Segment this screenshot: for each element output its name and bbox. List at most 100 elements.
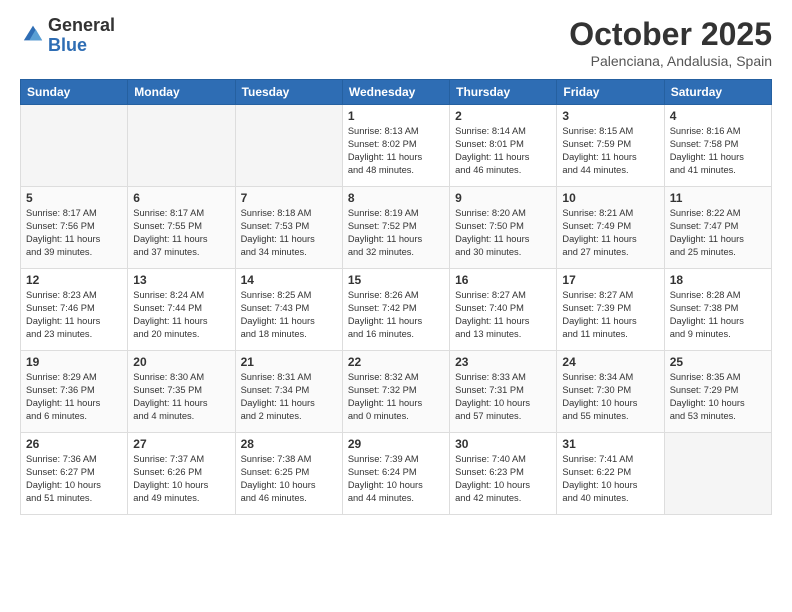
weekday-header-monday: Monday <box>128 80 235 105</box>
calendar-day-31: 31 Sunrise: 7:41 AM Sunset: 6:22 PM Dayli… <box>557 433 664 515</box>
month-title: October 2025 <box>569 16 772 53</box>
day-number: 29 <box>348 437 444 451</box>
calendar-week-4: 19Sunrise: 8:29 AM Sunset: 7:36 PM Dayli… <box>21 351 772 433</box>
day-info: Sunrise: 8:30 AM Sunset: 7:35 PM Dayligh… <box>133 371 229 423</box>
day-number: 9 <box>455 191 551 205</box>
calendar-day-empty <box>21 105 128 187</box>
calendar-day-empty <box>664 433 771 515</box>
day-info: Sunrise: 8:35 AM Sunset: 7:29 PM Dayligh… <box>670 371 766 423</box>
calendar-day-4: 4 Sunrise: 8:16 AM Sunset: 7:58 PM Daylig… <box>664 105 771 187</box>
calendar-day-10: 10Sunrise: 8:21 AM Sunset: 7:49 PM Dayli… <box>557 187 664 269</box>
calendar-day-empty <box>235 105 342 187</box>
calendar-day-27: 27Sunrise: 7:37 AM Sunset: 6:26 PM Dayli… <box>128 433 235 515</box>
calendar-week-3: 12 Sunrise: 8:23 AM Sunset: 7:46 PM Dayli… <box>21 269 772 351</box>
calendar-day-30: 30Sunrise: 7:40 AM Sunset: 6:23 PM Dayli… <box>450 433 557 515</box>
weekday-header-saturday: Saturday <box>664 80 771 105</box>
day-info: Sunrise: 8:31 AM Sunset: 7:34 PM Dayligh… <box>241 371 337 423</box>
calendar-day-3: 3Sunrise: 8:15 AM Sunset: 7:59 PM Daylig… <box>557 105 664 187</box>
day-info: Sunrise: 7:36 AM Sunset: 6:27 PM Dayligh… <box>26 453 122 505</box>
day-number: 24 <box>562 355 658 369</box>
day-number: 17 <box>562 273 658 287</box>
calendar-day-14: 14Sunrise: 8:25 AM Sunset: 7:43 PM Dayli… <box>235 269 342 351</box>
day-info: Sunrise: 8:17 AM Sunset: 7:56 PM Dayligh… <box>26 207 122 259</box>
calendar-day-21: 21 Sunrise: 8:31 AM Sunset: 7:34 PM Dayli… <box>235 351 342 433</box>
day-number: 22 <box>348 355 444 369</box>
day-info: Sunrise: 8:20 AM Sunset: 7:50 PM Dayligh… <box>455 207 551 259</box>
calendar-day-20: 20 Sunrise: 8:30 AM Sunset: 7:35 PM Dayli… <box>128 351 235 433</box>
day-info: Sunrise: 8:33 AM Sunset: 7:31 PM Dayligh… <box>455 371 551 423</box>
day-info: Sunrise: 8:19 AM Sunset: 7:52 PM Dayligh… <box>348 207 444 259</box>
calendar-day-16: 16 Sunrise: 8:27 AM Sunset: 7:40 PM Dayli… <box>450 269 557 351</box>
day-info: Sunrise: 8:16 AM Sunset: 7:58 PM Dayligh… <box>670 125 766 177</box>
day-number: 27 <box>133 437 229 451</box>
logo-blue-text: Blue <box>48 35 87 55</box>
day-number: 2 <box>455 109 551 123</box>
day-info: Sunrise: 8:25 AM Sunset: 7:43 PM Dayligh… <box>241 289 337 341</box>
day-number: 4 <box>670 109 766 123</box>
calendar-day-12: 12 Sunrise: 8:23 AM Sunset: 7:46 PM Dayli… <box>21 269 128 351</box>
day-info: Sunrise: 7:41 AM Sunset: 6:22 PM Dayligh… <box>562 453 658 505</box>
day-number: 20 <box>133 355 229 369</box>
day-number: 7 <box>241 191 337 205</box>
day-info: Sunrise: 7:40 AM Sunset: 6:23 PM Dayligh… <box>455 453 551 505</box>
weekday-header-sunday: Sunday <box>21 80 128 105</box>
day-info: Sunrise: 8:23 AM Sunset: 7:46 PM Dayligh… <box>26 289 122 341</box>
day-number: 15 <box>348 273 444 287</box>
day-number: 18 <box>670 273 766 287</box>
weekday-header-thursday: Thursday <box>450 80 557 105</box>
weekday-header-wednesday: Wednesday <box>342 80 449 105</box>
day-number: 26 <box>26 437 122 451</box>
day-number: 16 <box>455 273 551 287</box>
calendar-day-11: 11Sunrise: 8:22 AM Sunset: 7:47 PM Dayli… <box>664 187 771 269</box>
day-info: Sunrise: 8:32 AM Sunset: 7:32 PM Dayligh… <box>348 371 444 423</box>
day-info: Sunrise: 8:26 AM Sunset: 7:42 PM Dayligh… <box>348 289 444 341</box>
day-info: Sunrise: 8:28 AM Sunset: 7:38 PM Dayligh… <box>670 289 766 341</box>
calendar-day-6: 6 Sunrise: 8:17 AM Sunset: 7:55 PM Daylig… <box>128 187 235 269</box>
calendar-day-1: 1Sunrise: 8:13 AM Sunset: 8:02 PM Daylig… <box>342 105 449 187</box>
calendar-day-17: 17 Sunrise: 8:27 AM Sunset: 7:39 PM Dayli… <box>557 269 664 351</box>
calendar-day-empty <box>128 105 235 187</box>
day-number: 8 <box>348 191 444 205</box>
calendar-day-29: 29 Sunrise: 7:39 AM Sunset: 6:24 PM Dayli… <box>342 433 449 515</box>
day-info: Sunrise: 8:13 AM Sunset: 8:02 PM Dayligh… <box>348 125 444 177</box>
calendar-week-5: 26 Sunrise: 7:36 AM Sunset: 6:27 PM Dayli… <box>21 433 772 515</box>
day-number: 31 <box>562 437 658 451</box>
day-info: Sunrise: 8:34 AM Sunset: 7:30 PM Dayligh… <box>562 371 658 423</box>
day-number: 28 <box>241 437 337 451</box>
calendar-day-26: 26 Sunrise: 7:36 AM Sunset: 6:27 PM Dayli… <box>21 433 128 515</box>
day-info: Sunrise: 8:24 AM Sunset: 7:44 PM Dayligh… <box>133 289 229 341</box>
calendar-table: SundayMondayTuesdayWednesdayThursdayFrid… <box>20 79 772 515</box>
calendar-week-1: 1Sunrise: 8:13 AM Sunset: 8:02 PM Daylig… <box>21 105 772 187</box>
header: General Blue October 2025 Palenciana, An… <box>20 16 772 69</box>
day-info: Sunrise: 8:15 AM Sunset: 7:59 PM Dayligh… <box>562 125 658 177</box>
weekday-header-tuesday: Tuesday <box>235 80 342 105</box>
day-info: Sunrise: 7:38 AM Sunset: 6:25 PM Dayligh… <box>241 453 337 505</box>
day-number: 5 <box>26 191 122 205</box>
day-number: 11 <box>670 191 766 205</box>
title-block: October 2025 Palenciana, Andalusia, Spai… <box>569 16 772 69</box>
day-info: Sunrise: 7:39 AM Sunset: 6:24 PM Dayligh… <box>348 453 444 505</box>
calendar-week-2: 5 Sunrise: 8:17 AM Sunset: 7:56 PM Daylig… <box>21 187 772 269</box>
weekday-header-row: SundayMondayTuesdayWednesdayThursdayFrid… <box>21 80 772 105</box>
day-info: Sunrise: 8:27 AM Sunset: 7:39 PM Dayligh… <box>562 289 658 341</box>
weekday-header-friday: Friday <box>557 80 664 105</box>
day-number: 13 <box>133 273 229 287</box>
calendar-day-15: 15 Sunrise: 8:26 AM Sunset: 7:42 PM Dayli… <box>342 269 449 351</box>
day-number: 25 <box>670 355 766 369</box>
calendar-day-9: 9 Sunrise: 8:20 AM Sunset: 7:50 PM Daylig… <box>450 187 557 269</box>
day-number: 21 <box>241 355 337 369</box>
day-number: 6 <box>133 191 229 205</box>
calendar-day-22: 22 Sunrise: 8:32 AM Sunset: 7:32 PM Dayli… <box>342 351 449 433</box>
calendar-body: 1Sunrise: 8:13 AM Sunset: 8:02 PM Daylig… <box>21 105 772 515</box>
day-number: 12 <box>26 273 122 287</box>
logo: General Blue <box>20 16 115 56</box>
day-info: Sunrise: 8:17 AM Sunset: 7:55 PM Dayligh… <box>133 207 229 259</box>
calendar-day-5: 5 Sunrise: 8:17 AM Sunset: 7:56 PM Daylig… <box>21 187 128 269</box>
calendar-day-24: 24 Sunrise: 8:34 AM Sunset: 7:30 PM Dayli… <box>557 351 664 433</box>
day-number: 10 <box>562 191 658 205</box>
day-info: Sunrise: 8:29 AM Sunset: 7:36 PM Dayligh… <box>26 371 122 423</box>
day-info: Sunrise: 8:27 AM Sunset: 7:40 PM Dayligh… <box>455 289 551 341</box>
day-number: 23 <box>455 355 551 369</box>
calendar-day-28: 28 Sunrise: 7:38 AM Sunset: 6:25 PM Dayli… <box>235 433 342 515</box>
day-info: Sunrise: 8:18 AM Sunset: 7:53 PM Dayligh… <box>241 207 337 259</box>
